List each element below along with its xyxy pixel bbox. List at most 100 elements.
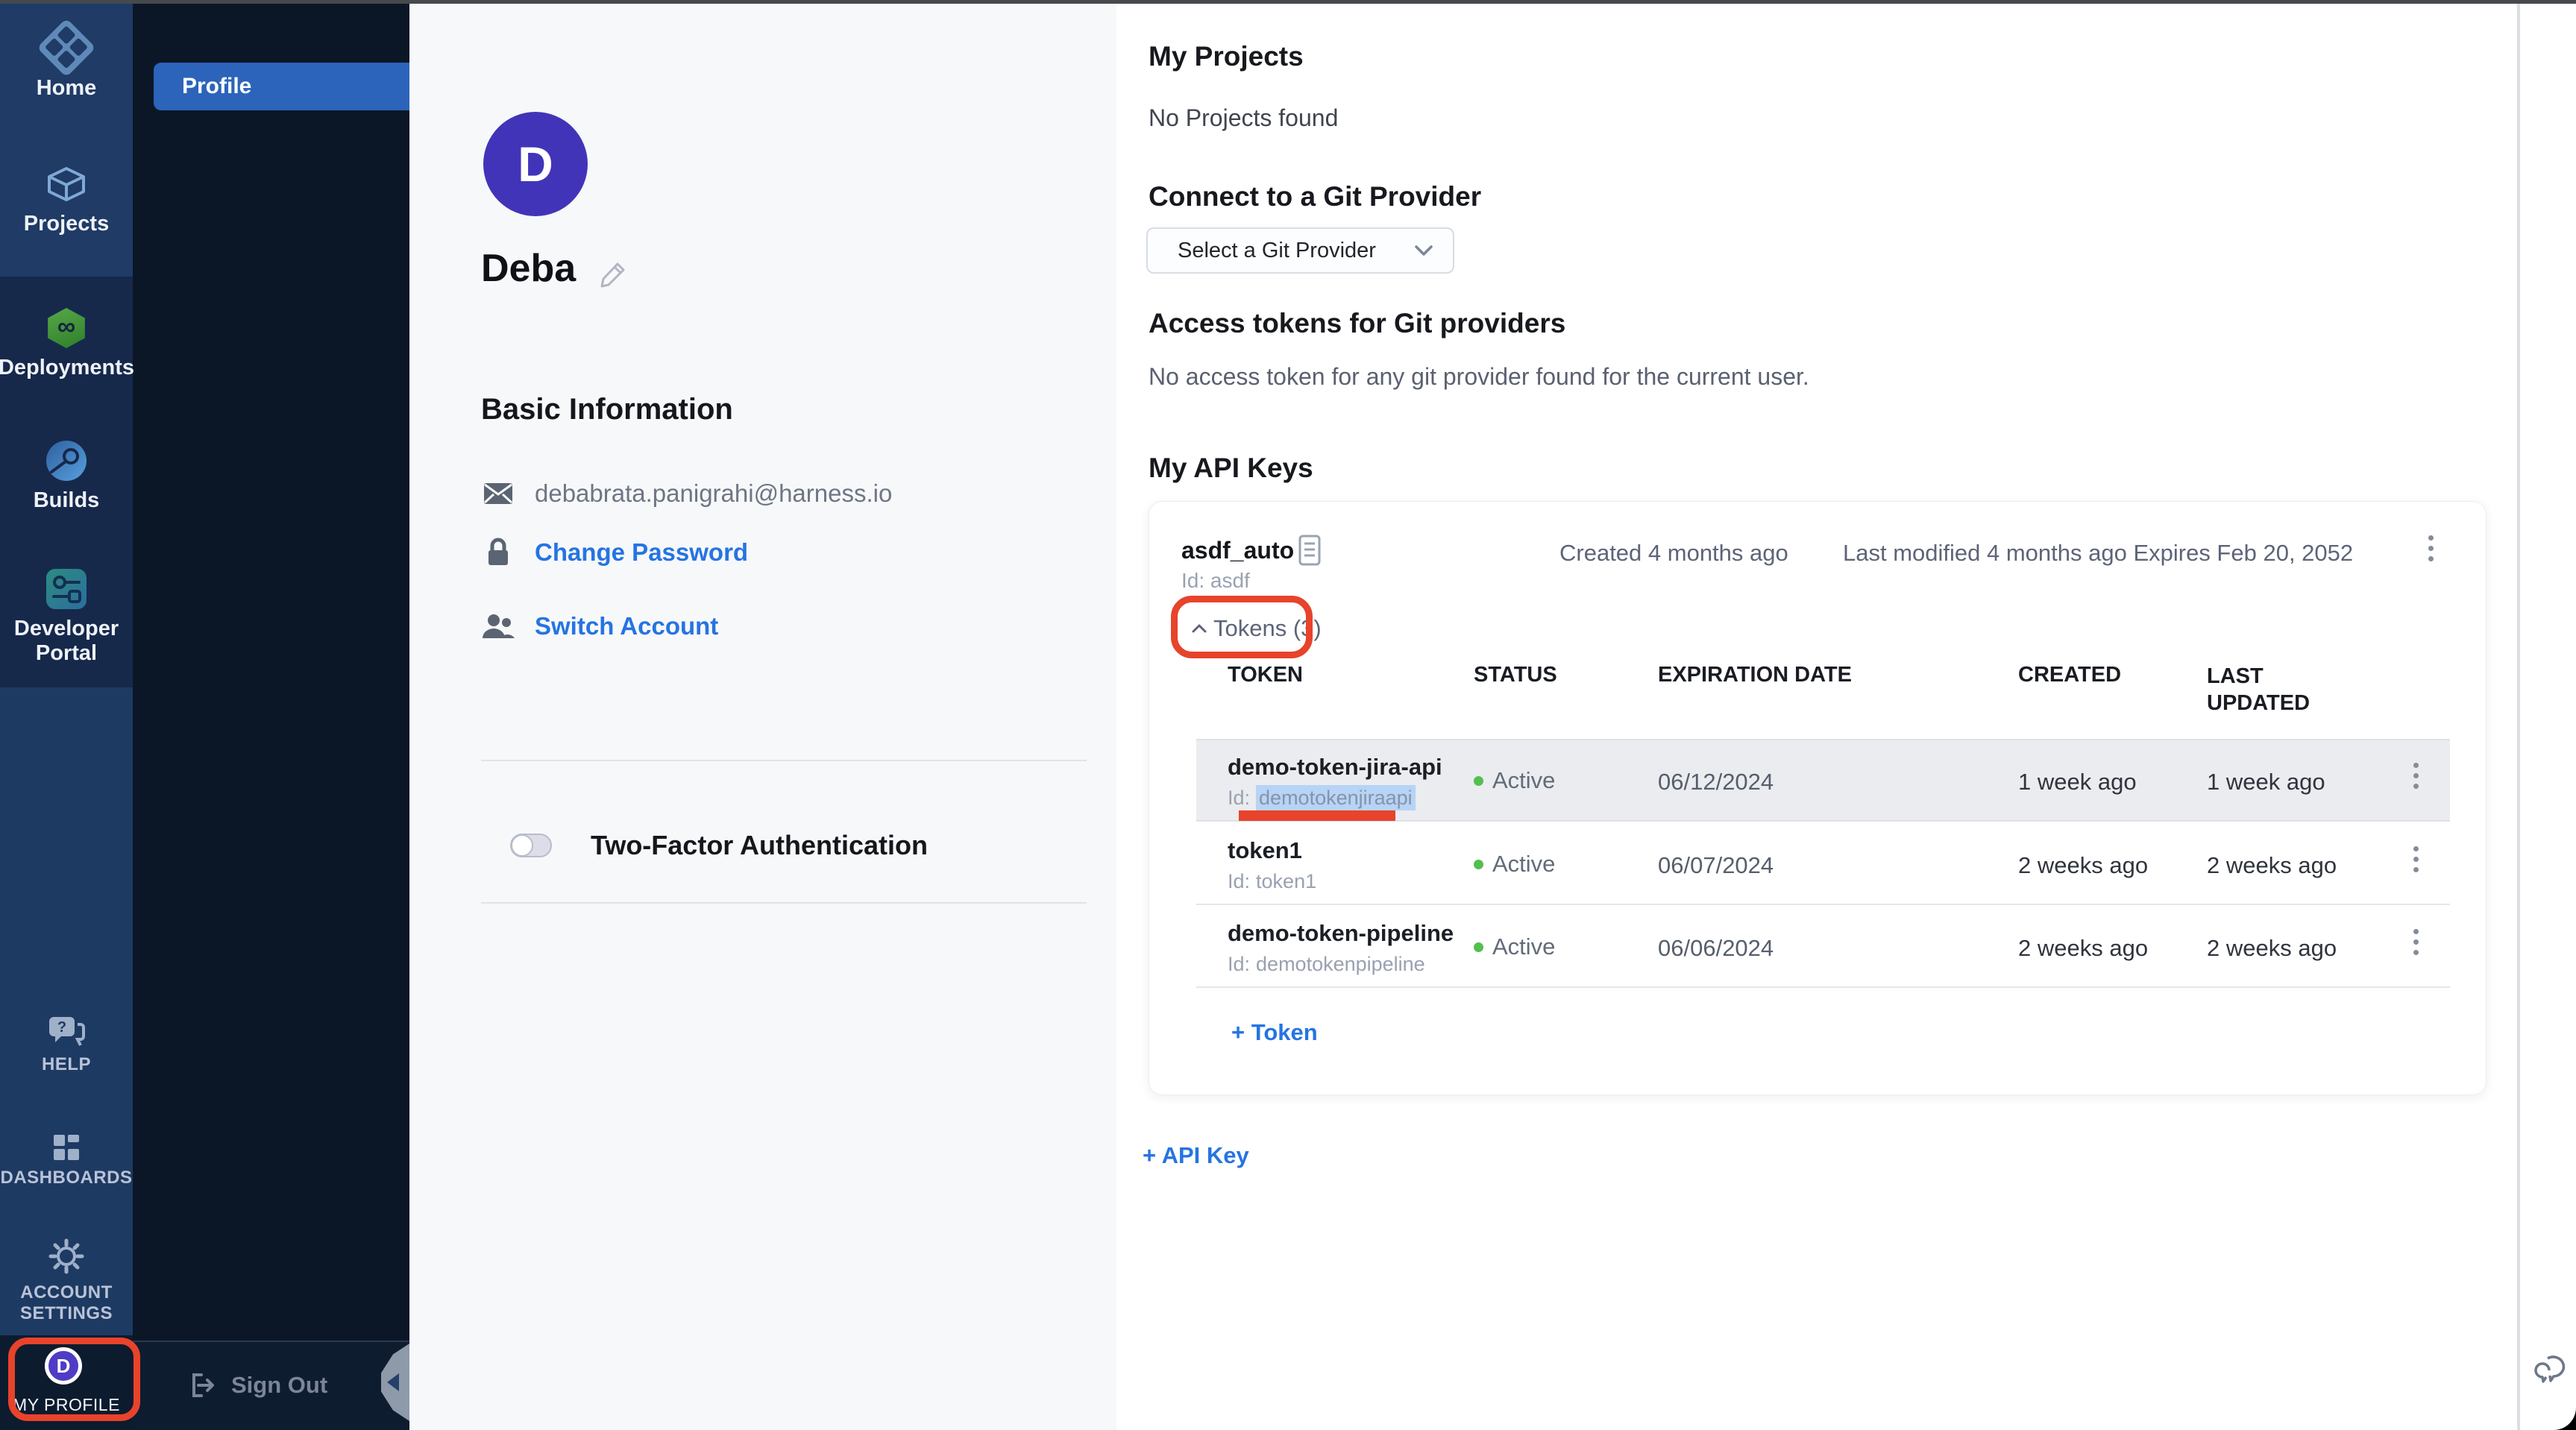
window-top-edge [0, 0, 2576, 4]
sidebar-item-label: DASHBOARDS [0, 1168, 132, 1188]
add-api-key-button[interactable]: + API Key [1143, 1142, 1249, 1169]
token-expiration: 06/07/2024 [1658, 852, 1774, 879]
status-dot [1474, 776, 1483, 786]
token-updated: 2 weeks ago [2207, 852, 2337, 879]
sidebar-item-label: Developer Portal [10, 617, 122, 666]
sign-out-icon [188, 1370, 218, 1400]
email-row: debabrata.panigrahi@harness.io [481, 479, 892, 508]
edit-name-pencil-icon[interactable] [598, 259, 628, 289]
sidebar-my-profile[interactable]: D MY PROFILE [0, 1335, 133, 1430]
status-dot [1474, 942, 1483, 952]
switch-account-link[interactable]: Switch Account [535, 612, 718, 640]
col-header-status: STATUS [1474, 663, 1557, 687]
svg-text:?: ? [57, 1019, 66, 1036]
token-menu-button[interactable] [2413, 763, 2419, 789]
harness-logo-icon [37, 18, 95, 77]
copy-icon[interactable] [1298, 535, 1321, 566]
sidebar-item-label: MY PROFILE [0, 1395, 133, 1415]
window-rounded-corner [2551, 1405, 2576, 1430]
basic-information-heading: Basic Information [481, 393, 733, 426]
chevron-left-icon [387, 1373, 399, 1391]
app-window: Home Projects ∞ Deployments [0, 0, 2576, 1430]
main-content: My Projects No Projects found Connect to… [1116, 4, 2517, 1430]
access-tokens-empty-text: No access token for any git provider fou… [1149, 363, 1809, 391]
token-menu-button[interactable] [2413, 846, 2419, 872]
api-key-card: asdf_auto Created 4 months ago Last modi… [1149, 501, 2487, 1095]
api-keys-heading: My API Keys [1149, 453, 1313, 484]
sidebar-item-label: Deployments [0, 356, 134, 380]
token-status: Active [1474, 933, 1555, 960]
sign-out-button[interactable]: Sign Out [188, 1370, 327, 1400]
token-id: Id:token1 [1228, 870, 1316, 893]
annotation-red-underline [1239, 810, 1395, 821]
token-menu-button[interactable] [2413, 929, 2419, 955]
api-key-name: asdf_auto [1181, 537, 1294, 564]
my-projects-empty-text: No Projects found [1149, 104, 1338, 132]
two-factor-label: Two-Factor Authentication [591, 830, 928, 861]
table-row[interactable]: demo-token-pipeline Id:demotokenpipeline… [1149, 905, 2486, 988]
gear-icon [48, 1238, 85, 1275]
sidebar-item-label: Builds [34, 488, 100, 513]
sidebar-item-label: ACCOUNT SETTINGS [10, 1282, 122, 1324]
token-name: token1 [1228, 837, 1302, 864]
token-updated: 2 weeks ago [2207, 935, 2337, 962]
cube-icon [46, 164, 87, 204]
sidebar-item-projects[interactable]: Projects [0, 164, 133, 236]
help-chat-icon: ? [46, 1014, 87, 1047]
email-icon [483, 482, 513, 505]
sidebar-item-help[interactable]: ? HELP [0, 1014, 133, 1075]
scrollbar-track-divider[interactable] [2517, 0, 2520, 1430]
change-password-row: Change Password [481, 538, 748, 567]
tokens-collapse-toggle[interactable]: Tokens (3) [1191, 615, 1322, 642]
col-header-token: TOKEN [1228, 663, 1303, 687]
git-provider-heading: Connect to a Git Provider [1149, 181, 1481, 212]
user-name: Deba [481, 246, 576, 291]
sidebar-item-label: Projects [24, 212, 109, 236]
sidebar-band-utility: ? HELP DASHBOARDS ACCOUNT S [0, 687, 133, 1335]
profile-avatar[interactable]: D [483, 112, 588, 216]
module-sidebar: Home Projects ∞ Deployments [0, 0, 133, 1430]
sidebar-item-label: Home [37, 76, 97, 101]
sidebar-band-modules: ∞ Deployments Builds [0, 277, 133, 687]
subnav-item-profile[interactable]: Profile [154, 63, 409, 110]
dashboards-grid-icon [54, 1135, 79, 1160]
chevron-down-icon [1414, 245, 1433, 256]
git-provider-select[interactable]: Select a Git Provider [1146, 227, 1454, 274]
sidebar-item-deployments[interactable]: ∞ Deployments [0, 308, 133, 380]
chat-support-icon[interactable] [2533, 1348, 2575, 1390]
token-id: Id:demotokenpipeline [1228, 953, 1425, 976]
avatar[interactable]: D [45, 1347, 82, 1385]
sidebar-item-builds[interactable]: Builds [0, 441, 133, 513]
token-expiration: 06/06/2024 [1658, 935, 1774, 962]
table-row[interactable]: token1 Id:token1 Active 06/07/2024 2 wee… [1149, 822, 2486, 905]
table-row[interactable]: demo-token-jira-api Id:demotokenjiraapi … [1149, 739, 2486, 822]
access-tokens-heading: Access tokens for Git providers [1149, 308, 1565, 339]
api-key-menu-button[interactable] [2428, 535, 2434, 561]
git-provider-select-value: Select a Git Provider [1178, 239, 1414, 263]
sign-out-bar: Sign Out [133, 1341, 409, 1430]
token-expiration: 06/12/2024 [1658, 769, 1774, 796]
col-header-last-updated: LAST UPDATED [2207, 663, 2363, 716]
sidebar-item-label: HELP [42, 1054, 91, 1075]
col-header-created: CREATED [2018, 663, 2121, 687]
sidebar-item-account-settings[interactable]: ACCOUNT SETTINGS [0, 1238, 133, 1324]
add-token-button[interactable]: + Token [1231, 1019, 1318, 1046]
token-id-selected-text: demotokenjiraapi [1256, 785, 1416, 810]
token-status: Active [1474, 767, 1555, 794]
divider [481, 902, 1087, 904]
builds-circle-icon [46, 441, 87, 481]
change-password-link[interactable]: Change Password [535, 538, 748, 567]
sidebar-item-dashboards[interactable]: DASHBOARDS [0, 1135, 133, 1188]
sidebar-collapse-button[interactable] [381, 1344, 409, 1421]
token-id: Id:demotokenjiraapi [1228, 787, 1416, 810]
sidebar-item-developer-portal[interactable]: Developer Portal [0, 569, 133, 666]
token-name: demo-token-pipeline [1228, 920, 1454, 947]
api-key-created: Created 4 months ago [1559, 540, 1788, 567]
api-key-id: Id: asdf [1181, 569, 1250, 593]
two-factor-toggle[interactable] [510, 834, 552, 857]
deployments-hexagon-icon: ∞ [46, 308, 87, 348]
chevron-up-icon [1191, 623, 1207, 634]
api-key-modified: Last modified 4 months ago Expires Feb 2… [1843, 540, 2353, 567]
divider [481, 760, 1087, 761]
sidebar-item-home[interactable]: Home [0, 27, 133, 101]
